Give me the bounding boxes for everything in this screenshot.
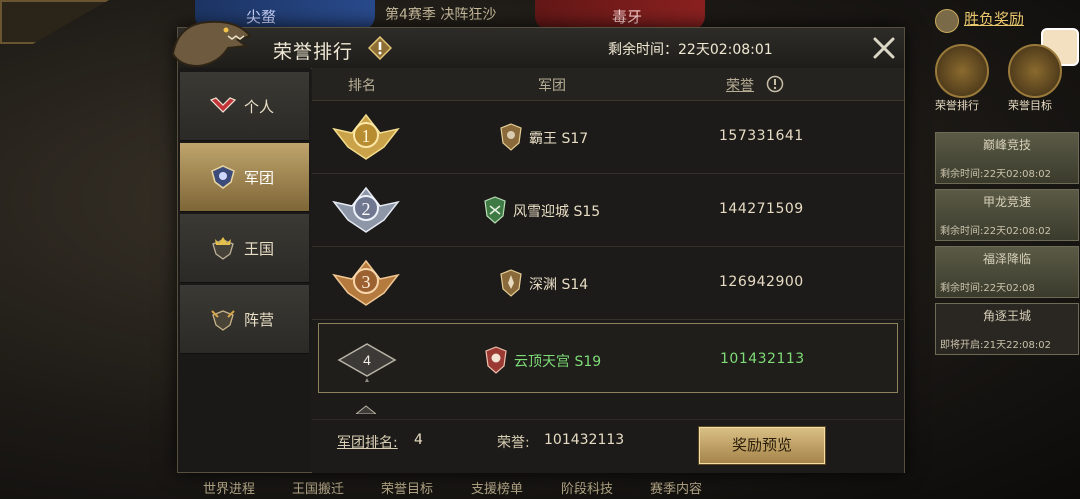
header-legion: 军团 bbox=[538, 78, 566, 94]
tab-label: 王国 bbox=[244, 240, 275, 258]
category-tabs: 个人 军团 王国 阵营 bbox=[178, 68, 311, 472]
bottom-tab-season-content[interactable]: 赛季内容 bbox=[650, 478, 702, 497]
bronze-medal-icon: 3 bbox=[332, 259, 400, 306]
tab-faction[interactable]: 阵营 bbox=[180, 285, 309, 354]
honor-value: 126942900 bbox=[719, 274, 804, 290]
header-honor[interactable]: 荣誉 bbox=[726, 75, 754, 95]
chevron-rank-icon bbox=[210, 97, 236, 113]
tab-kingdom[interactable]: 王国 bbox=[180, 214, 309, 283]
table-header: 排名 军团 荣誉 bbox=[312, 68, 904, 101]
reward-icon bbox=[935, 9, 959, 33]
honor-value: 157331641 bbox=[719, 128, 804, 144]
event-card-timer: 剩余时间:22天02:08:02 bbox=[940, 169, 1052, 180]
legion-name: 深渊 S14 bbox=[529, 277, 589, 293]
legion-badge-icon bbox=[485, 346, 507, 374]
event-card-timer: 剩余时间:22天02:08:02 bbox=[940, 226, 1052, 237]
event-card-peak[interactable]: 巅峰竞技 剩余时间:22天02:08:02 bbox=[935, 132, 1079, 184]
event-card-title: 甲龙竞速 bbox=[982, 195, 1031, 209]
medal-number: 4 bbox=[363, 352, 371, 368]
dinosaur-emblem-icon bbox=[171, 20, 252, 68]
legion-shield-icon bbox=[211, 165, 235, 189]
honor-goal-label: 荣誉目标 bbox=[1008, 99, 1052, 112]
honor-total-value: 101432113 bbox=[544, 432, 625, 448]
honor-ranking-modal: 荣誉排行 剩余时间：22天02:08:01 个人 军团 王国 阵营 排名 军团 … bbox=[171, 20, 905, 473]
rank-badge-icon bbox=[356, 405, 376, 414]
rank-badge-icon: 4 bbox=[337, 343, 397, 382]
own-legion-row[interactable]: 4 云顶天宫 S19 101432113 bbox=[318, 323, 898, 393]
info-diamond-icon[interactable] bbox=[368, 36, 392, 60]
legion-badge-icon bbox=[484, 196, 506, 224]
crown-shield-icon bbox=[212, 237, 234, 260]
event-card-timer: 剩余时间:22天02:08 bbox=[940, 283, 1035, 294]
back-arrow-icon[interactable] bbox=[0, 0, 109, 44]
legion-rank-label[interactable]: 军团排名: bbox=[337, 432, 398, 452]
medal-number: 2 bbox=[362, 199, 371, 219]
legion-rank-value: 4 bbox=[414, 432, 423, 448]
footer-bar: 军团排名: 4 荣誉: 101432113 奖励预览 bbox=[312, 419, 904, 473]
honor-goal-icon[interactable] bbox=[1008, 44, 1062, 98]
bottom-tab-kingdom-move[interactable]: 王国搬迁 bbox=[292, 478, 344, 497]
bottom-tab-honor-goal[interactable]: 荣誉目标 bbox=[381, 478, 433, 497]
gold-medal-icon: 1 bbox=[332, 113, 400, 160]
event-card-capital[interactable]: 角逐王城 即将开启:21天22:08:02 bbox=[935, 303, 1079, 355]
legion-name: 风雪迎城 S15 bbox=[513, 204, 601, 220]
reward-preview-button[interactable]: 奖励预览 bbox=[699, 427, 825, 464]
honor-value: 101432113 bbox=[720, 351, 805, 367]
event-card-title: 福泽降临 bbox=[982, 252, 1031, 266]
header-rank: 排名 bbox=[348, 78, 376, 94]
legion-badge-icon bbox=[500, 123, 522, 151]
info-icon[interactable] bbox=[766, 75, 784, 93]
bottom-tab-support-list[interactable]: 支援榜单 bbox=[471, 478, 523, 497]
medal-number: 3 bbox=[362, 272, 371, 292]
honor-ranking-icon[interactable] bbox=[935, 44, 989, 98]
silver-medal-icon: 2 bbox=[332, 186, 400, 233]
close-icon[interactable] bbox=[869, 33, 899, 63]
bottom-tab-stage-tech[interactable]: 阶段科技 bbox=[561, 478, 613, 497]
legion-badge-icon bbox=[500, 269, 522, 297]
right-faction-name: 毒牙 bbox=[612, 8, 643, 26]
table-row[interactable]: 3 深渊 S14 126942900 bbox=[312, 247, 904, 320]
table-row[interactable]: 2 风雪迎城 S15 144271509 bbox=[312, 174, 904, 247]
honor-value: 144271509 bbox=[719, 201, 804, 217]
season-title: 第4赛季 决阵狂沙 bbox=[385, 7, 497, 23]
ranking-table[interactable]: 排名 军团 荣誉 1 霸王 S17 157331641 2 风雪迎城 S15 1… bbox=[312, 68, 904, 419]
medal-number: 1 bbox=[362, 126, 371, 146]
bottom-tab-world-progress[interactable]: 世界进程 bbox=[203, 478, 255, 497]
honor-ranking-label: 荣誉排行 bbox=[935, 99, 979, 112]
remaining-time: 剩余时间：22天02:08:01 bbox=[608, 42, 773, 58]
event-card-blessing[interactable]: 福泽降临 剩余时间:22天02:08 bbox=[935, 246, 1079, 298]
legion-name: 云顶天宫 S19 bbox=[514, 354, 602, 370]
event-card-title: 角逐王城 bbox=[982, 309, 1031, 323]
tab-legion[interactable]: 军团 bbox=[180, 143, 309, 212]
table-row[interactable] bbox=[312, 396, 904, 419]
faction-shield-icon bbox=[211, 310, 235, 331]
honor-label: 荣誉: bbox=[497, 435, 530, 451]
event-card-race[interactable]: 甲龙竞速 剩余时间:22天02:08:02 bbox=[935, 189, 1079, 241]
table-row[interactable]: 1 霸王 S17 157331641 bbox=[312, 101, 904, 174]
event-card-title: 巅峰竞技 bbox=[982, 138, 1031, 152]
modal-title: 荣誉排行 bbox=[273, 41, 354, 63]
tab-label: 军团 bbox=[244, 169, 275, 187]
win-loss-reward-link[interactable]: 胜负奖励 bbox=[964, 8, 1024, 29]
event-card-timer: 即将开启:21天22:08:02 bbox=[940, 340, 1052, 351]
tab-personal[interactable]: 个人 bbox=[180, 72, 309, 141]
modal-header: 荣誉排行 剩余时间：22天02:08:01 bbox=[171, 20, 904, 69]
legion-name: 霸王 S17 bbox=[529, 131, 589, 147]
tab-label: 阵营 bbox=[244, 311, 275, 329]
tab-label: 个人 bbox=[244, 98, 275, 116]
